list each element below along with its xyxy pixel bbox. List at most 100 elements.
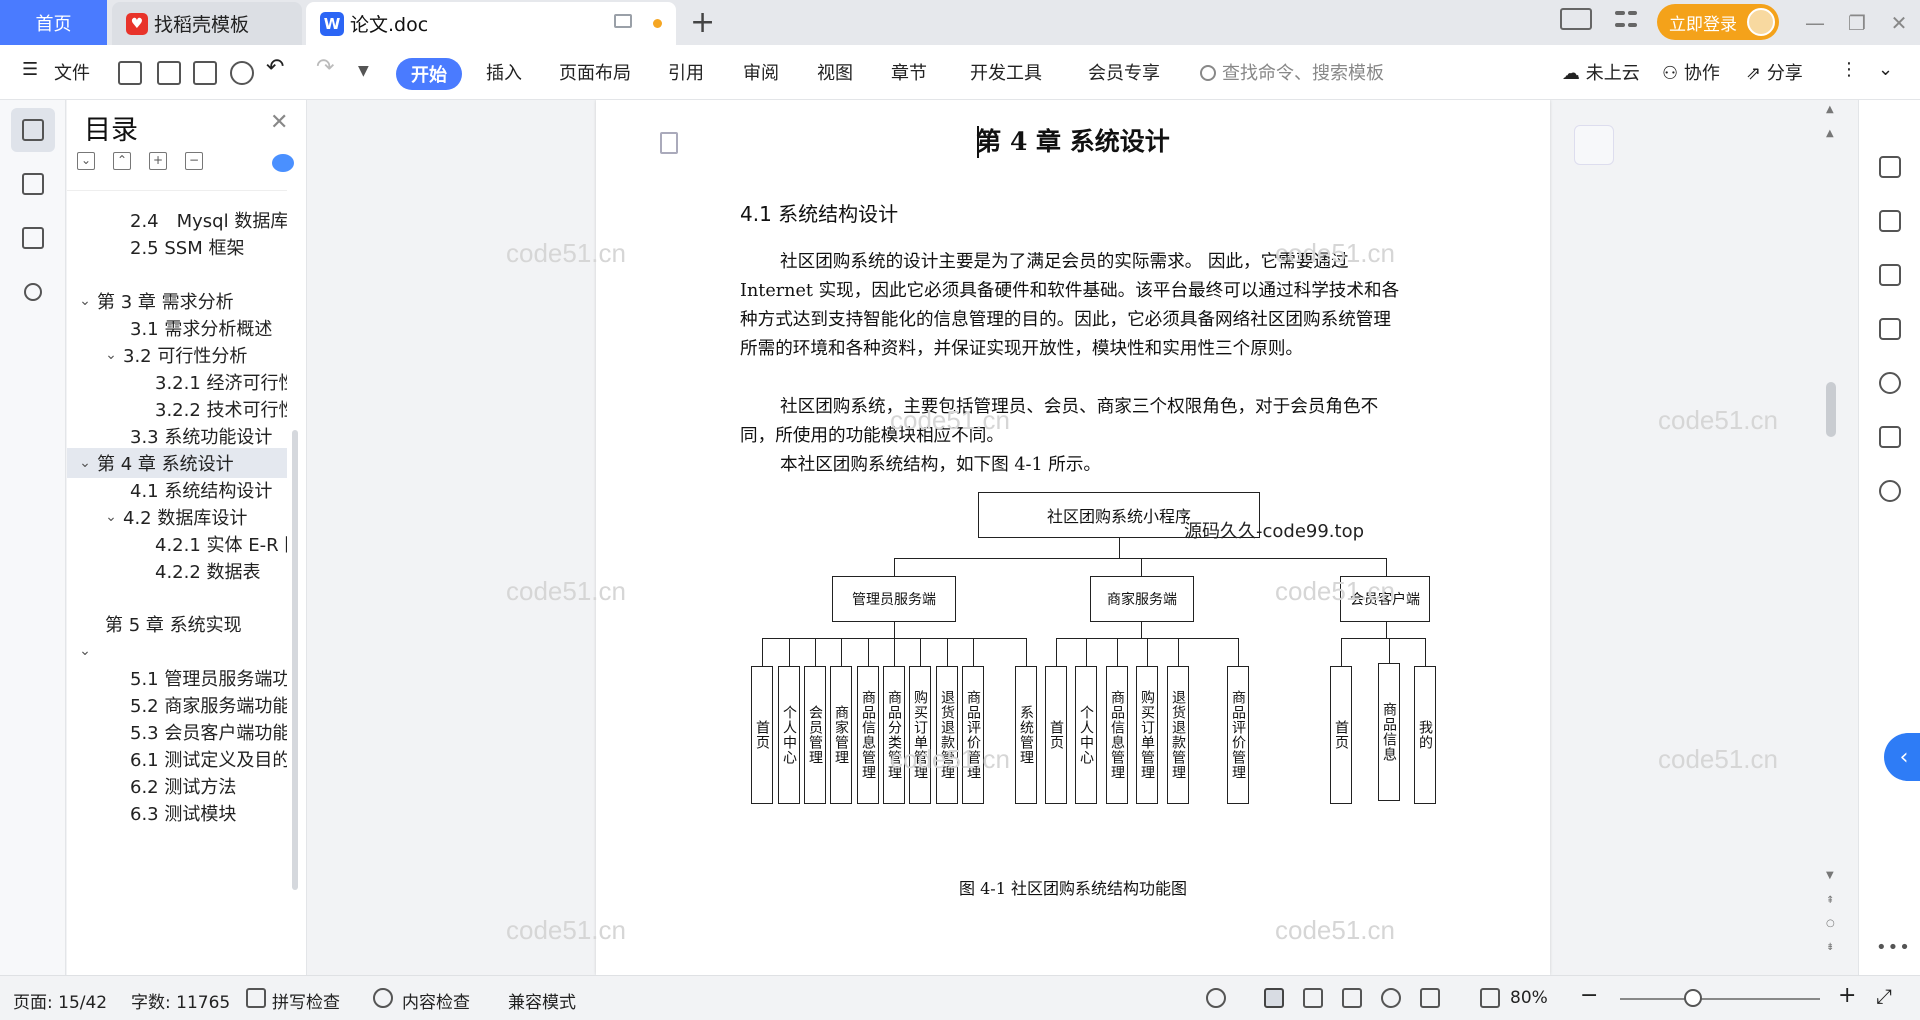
more-dots-icon[interactable]: ••• (1876, 937, 1911, 958)
menu-developer[interactable]: 开发工具 (970, 59, 1042, 85)
close-icon[interactable]: ✕ (1882, 6, 1916, 40)
tab-home[interactable]: 首页 (0, 0, 107, 45)
zoom-slider[interactable] (1620, 998, 1820, 1000)
save-icon[interactable] (118, 61, 142, 85)
write-mode-icon[interactable] (1420, 988, 1440, 1008)
chevron-down-icon[interactable]: ⌄ (67, 636, 287, 666)
toc-item[interactable]: 3.1 需求分析概述 (67, 313, 287, 343)
select-cursor-icon[interactable] (1879, 210, 1901, 232)
toc-item[interactable]: 6.1 测试定义及目的 (67, 744, 287, 774)
expand-all-icon[interactable]: ⌃ (113, 152, 131, 170)
toc-item-active[interactable]: ⌄ 第 4 章 系统设计 (67, 448, 287, 478)
collapse-ribbon-icon[interactable]: ⌄ (1878, 59, 1893, 80)
print-preview-icon[interactable] (230, 61, 254, 85)
menu-file[interactable]: 文件 (54, 59, 90, 85)
page-count[interactable]: 页面: 15/42 (13, 988, 107, 1013)
print-icon[interactable] (193, 61, 217, 85)
next-page-icon[interactable]: ⇟ (1826, 942, 1834, 953)
outline-view-icon[interactable] (1303, 988, 1323, 1008)
zoom-out-icon[interactable]: − (1580, 983, 1598, 1008)
toc-item[interactable]: 5.3 会员客户端功能 (67, 717, 287, 747)
apps-grid-icon[interactable] (1615, 8, 1637, 30)
chevron-down-icon[interactable]: ⌄ (103, 509, 119, 525)
prev-page-icon[interactable]: ⇞ (1826, 895, 1834, 906)
toc-scrollbar[interactable] (292, 430, 298, 890)
close-icon[interactable]: ✕ (270, 110, 288, 135)
content-check-button[interactable]: 内容检查 (402, 988, 470, 1013)
fullscreen-icon[interactable]: ⤢ (1876, 984, 1892, 1008)
chapter-nav-icon[interactable] (11, 162, 55, 206)
minimize-icon[interactable]: — (1798, 6, 1832, 40)
add-heading-icon[interactable]: + (149, 152, 167, 170)
zoom-in-icon[interactable]: + (1838, 983, 1856, 1008)
toc-item[interactable]: 4.2.2 数据表 (67, 556, 287, 586)
toc-item[interactable]: ⌄ 4.2 数据库设计 (67, 502, 287, 532)
spell-check-icon[interactable] (246, 988, 266, 1008)
redo-icon[interactable]: ↷ (316, 55, 334, 80)
find-icon[interactable] (11, 270, 55, 314)
fit-page-icon[interactable] (1480, 988, 1500, 1008)
toc-item[interactable]: ⌄ 3.2 可行性分析 (67, 340, 287, 370)
ai-assistant-icon[interactable] (272, 154, 294, 172)
more-options-icon[interactable]: ⋮ (1840, 59, 1858, 80)
tab-template[interactable]: ♥ 找稻壳模板 (112, 2, 302, 45)
chevron-down-icon[interactable]: ⌄ (77, 455, 93, 471)
word-count[interactable]: 字数: 11765 (131, 988, 230, 1013)
smart-tools-icon[interactable] (1879, 372, 1901, 394)
menu-view[interactable]: 视图 (817, 59, 853, 85)
toc-item[interactable]: 6.2 测试方法 (67, 771, 287, 801)
eye-protect-icon[interactable] (1206, 988, 1226, 1008)
menu-chapter[interactable]: 章节 (891, 59, 927, 85)
remove-heading-icon[interactable]: − (185, 152, 203, 170)
cloud-status[interactable]: ☁ 未上云 (1562, 59, 1640, 85)
menu-home[interactable]: 开始 (396, 58, 462, 90)
read-mode-icon[interactable] (1879, 426, 1901, 448)
toc-item[interactable]: 3.2.2 技术可行性 (67, 394, 287, 424)
toc-item[interactable]: 3.2.1 经济可行性 (67, 367, 287, 397)
menu-references[interactable]: 引用 (668, 59, 704, 85)
new-tab-plus-icon[interactable]: + (690, 5, 715, 40)
undo-icon[interactable]: ↶ (266, 55, 284, 80)
image-edit-icon[interactable] (1879, 318, 1901, 340)
command-search[interactable]: 查找命令、搜索模板 (1200, 59, 1384, 85)
read-view-icon[interactable] (1342, 988, 1362, 1008)
monitor-icon[interactable] (614, 14, 632, 28)
document-scrollbar[interactable]: ▲ ▲ ▼ ⇞ ○ ⇟ (1822, 100, 1840, 975)
menu-review[interactable]: 审阅 (743, 59, 779, 85)
edit-pen-icon[interactable] (1879, 156, 1901, 178)
toc-item[interactable]: 第 5 章 系统实现 (67, 609, 287, 639)
hamburger-menu-icon[interactable]: ☰ (22, 59, 38, 80)
login-button[interactable]: 立即登录 (1657, 4, 1779, 40)
toc-item[interactable]: 5.1 管理员服务端功能 (67, 663, 287, 693)
menu-member[interactable]: 会员专享 (1088, 59, 1160, 85)
toc-item[interactable]: 4.2.1 实体 E-R 图 (67, 529, 287, 559)
select-browse-icon[interactable]: ○ (1826, 918, 1835, 929)
help-icon[interactable] (1879, 480, 1901, 502)
toc-item[interactable]: 3.3 系统功能设计 (67, 421, 287, 451)
scroll-thumb[interactable] (1826, 382, 1836, 437)
collab-button[interactable]: ⚇ 协作 (1662, 59, 1720, 85)
web-view-icon[interactable] (1381, 988, 1401, 1008)
toc-item[interactable]: 6.3 测试模块 (67, 798, 287, 828)
tab-document[interactable]: W 论文.doc (306, 2, 676, 45)
export-icon[interactable] (157, 61, 181, 85)
page-view-icon[interactable] (1264, 988, 1284, 1008)
zoom-level[interactable]: 80% (1510, 988, 1548, 1008)
chevron-down-icon[interactable]: ⌄ (103, 347, 119, 363)
toc-panel-icon[interactable] (11, 108, 55, 152)
layout-icon[interactable] (1560, 8, 1592, 30)
scroll-down-icon[interactable]: ▼ (1826, 870, 1834, 881)
menu-page-layout[interactable]: 页面布局 (559, 59, 631, 85)
adjust-sliders-icon[interactable] (1879, 264, 1901, 286)
toc-item[interactable]: 2.4 Mysql 数据库 (67, 205, 287, 235)
collapse-all-icon[interactable]: ⌄ (77, 152, 95, 170)
toc-item[interactable]: 2.5 SSM 框架 (67, 232, 287, 262)
more-chevron-icon[interactable]: ▼ (358, 63, 369, 79)
menu-insert[interactable]: 插入 (486, 59, 522, 85)
share-button[interactable]: ⇗ 分享 (1746, 59, 1803, 85)
scroll-up-icon[interactable]: ▲ (1826, 128, 1834, 139)
toc-item[interactable]: ⌄ 第 3 章 需求分析 (67, 286, 287, 316)
spell-check-button[interactable]: 拼写检查 (272, 988, 340, 1013)
chevron-down-icon[interactable]: ⌄ (77, 293, 93, 309)
content-check-icon[interactable] (373, 988, 393, 1008)
